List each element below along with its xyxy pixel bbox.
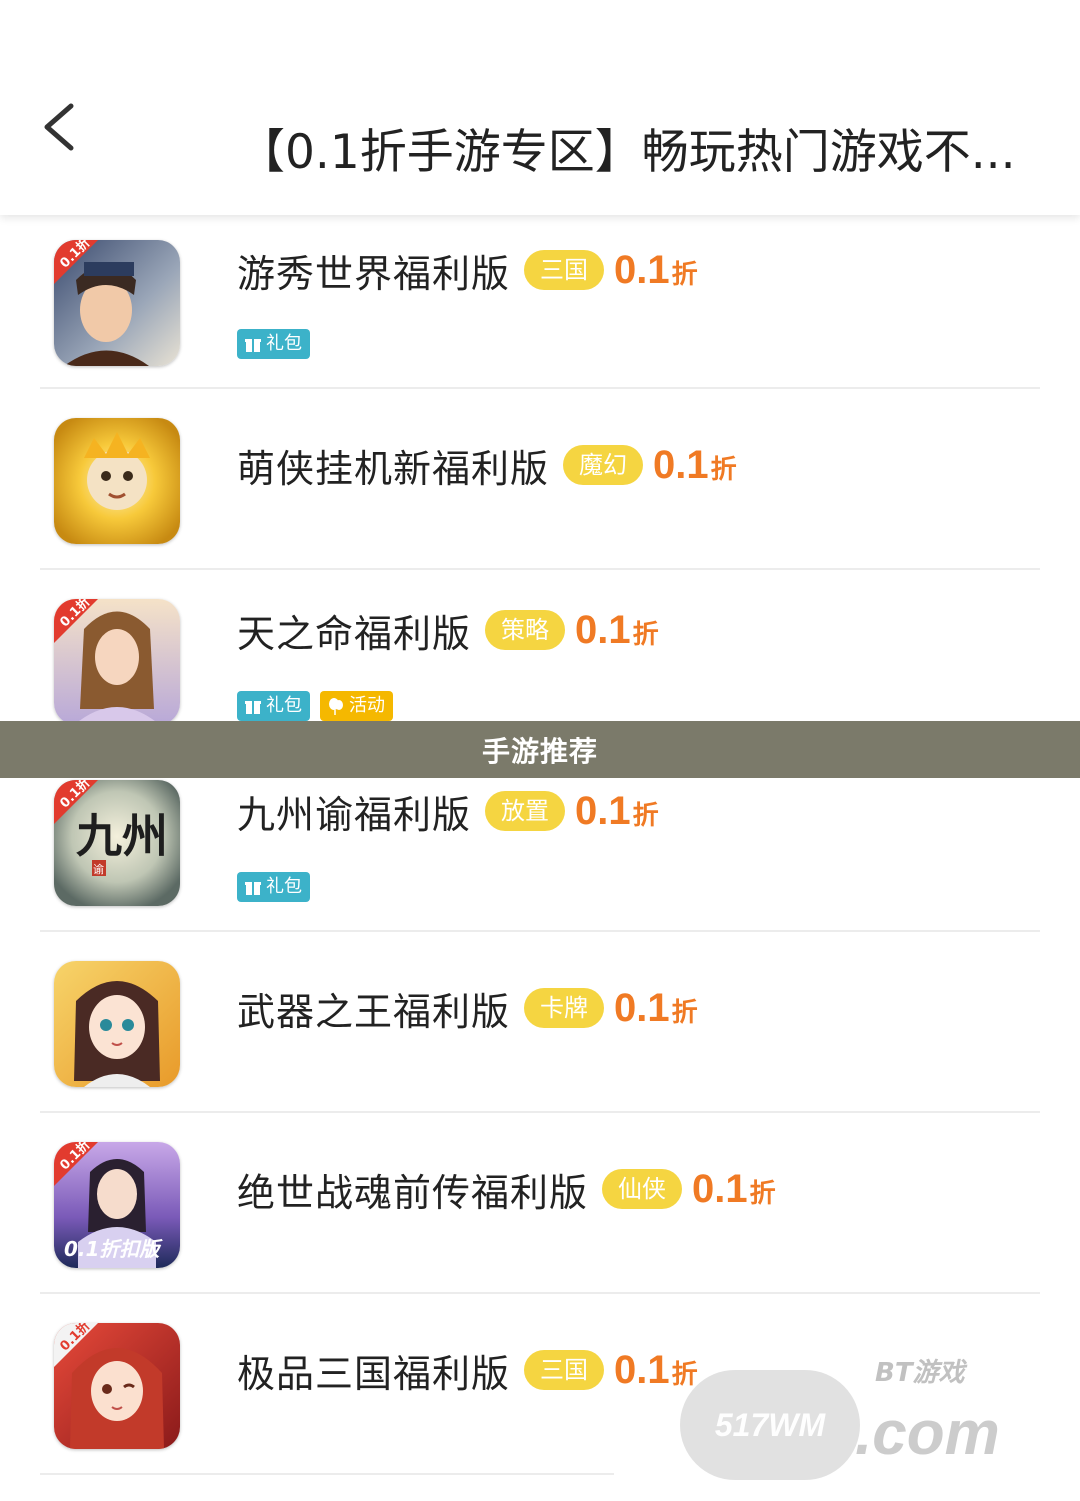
game-name: 绝世战魂前传福利版 bbox=[237, 1170, 589, 1215]
badge-group: 礼包 bbox=[237, 329, 310, 359]
game-icon-calligraphy[interactable]: 九州 谕 0.1折 bbox=[54, 780, 180, 906]
game-row[interactable]: 萌侠挂机新福利版 魔幻 0.1 折 bbox=[40, 389, 1040, 570]
game-row[interactable]: 武器之王福利版 卡牌 0.1 折 bbox=[40, 932, 1040, 1113]
game-icon-golden-monkey[interactable] bbox=[54, 418, 180, 544]
banner-text: 手游推荐 bbox=[481, 734, 598, 768]
gift-badge[interactable]: 礼包 bbox=[237, 329, 310, 359]
game-name: 武器之王福利版 bbox=[237, 989, 511, 1034]
back-button[interactable] bbox=[28, 92, 88, 162]
genre-tag: 三国 bbox=[524, 1350, 605, 1390]
genre-tag: 放置 bbox=[485, 791, 566, 831]
genre-tag: 魔幻 bbox=[563, 445, 644, 485]
badge-group: 礼包 活动 bbox=[237, 691, 393, 721]
chevron-left-icon bbox=[44, 103, 74, 151]
discount-label: 0.1 折 bbox=[575, 788, 659, 833]
icon-calligraphy-text: 九州 bbox=[76, 809, 168, 863]
discount-label: 0.1 折 bbox=[614, 247, 698, 292]
game-icon-lady[interactable]: 0.1折 bbox=[54, 599, 180, 725]
discount-label: 0.1 折 bbox=[575, 607, 659, 652]
recommend-banner: 手游推荐 bbox=[0, 721, 1080, 778]
genre-tag: 策略 bbox=[485, 610, 566, 650]
divider bbox=[40, 1473, 614, 1475]
balloon-icon bbox=[329, 698, 343, 715]
icon-seal-text: 谕 bbox=[93, 862, 104, 876]
game-name: 极品三国福利版 bbox=[237, 1351, 511, 1396]
gift-icon bbox=[245, 339, 261, 352]
page-title: 【0.1折手游专区】畅玩热门游戏不... bbox=[238, 125, 1016, 180]
discount-label: 0.1 折 bbox=[692, 1166, 776, 1211]
discount-label: 0.1 折 bbox=[653, 442, 737, 487]
game-name: 游秀世界福利版 bbox=[237, 251, 511, 296]
game-row[interactable]: 0.1折 游秀世界福利版 三国 0.1 折 礼包 bbox=[40, 208, 1040, 389]
game-icon-redhair[interactable]: 0.1折 bbox=[54, 1323, 180, 1449]
genre-tag: 三国 bbox=[524, 250, 605, 290]
game-row[interactable]: 0.1折 极品三国福利版 三国 0.1 折 bbox=[40, 1294, 1040, 1475]
game-name: 九州谕福利版 bbox=[237, 792, 472, 837]
genre-tag: 卡牌 bbox=[524, 988, 605, 1028]
discount-label: 0.1 折 bbox=[614, 1347, 698, 1392]
game-name: 天之命福利版 bbox=[237, 611, 472, 656]
discount-label: 0.1 折 bbox=[614, 985, 698, 1030]
gift-icon bbox=[245, 882, 261, 895]
icon-banner-text: 0.1折扣版 bbox=[64, 1237, 163, 1261]
game-row[interactable]: 0.1折扣版 0.1折 绝世战魂前传福利版 仙侠 0.1 折 bbox=[40, 1113, 1040, 1294]
event-badge[interactable]: 活动 bbox=[320, 691, 393, 721]
genre-tag: 仙侠 bbox=[602, 1169, 683, 1209]
game-icon-warrior[interactable]: 0.1折 bbox=[54, 240, 180, 366]
gift-icon bbox=[245, 701, 261, 714]
game-row[interactable]: 九州 谕 0.1折 九州谕福利版 放置 0.1 折 礼包 bbox=[40, 751, 1040, 932]
badge-group: 礼包 bbox=[237, 872, 310, 902]
game-icon-anime-girl[interactable] bbox=[54, 961, 180, 1087]
gift-badge[interactable]: 礼包 bbox=[237, 691, 310, 721]
game-name: 萌侠挂机新福利版 bbox=[237, 446, 550, 491]
top-bar: 【0.1折手游专区】畅玩热门游戏不... bbox=[0, 0, 1080, 215]
gift-badge[interactable]: 礼包 bbox=[237, 872, 310, 902]
game-icon-fairy[interactable]: 0.1折扣版 0.1折 bbox=[54, 1142, 180, 1268]
